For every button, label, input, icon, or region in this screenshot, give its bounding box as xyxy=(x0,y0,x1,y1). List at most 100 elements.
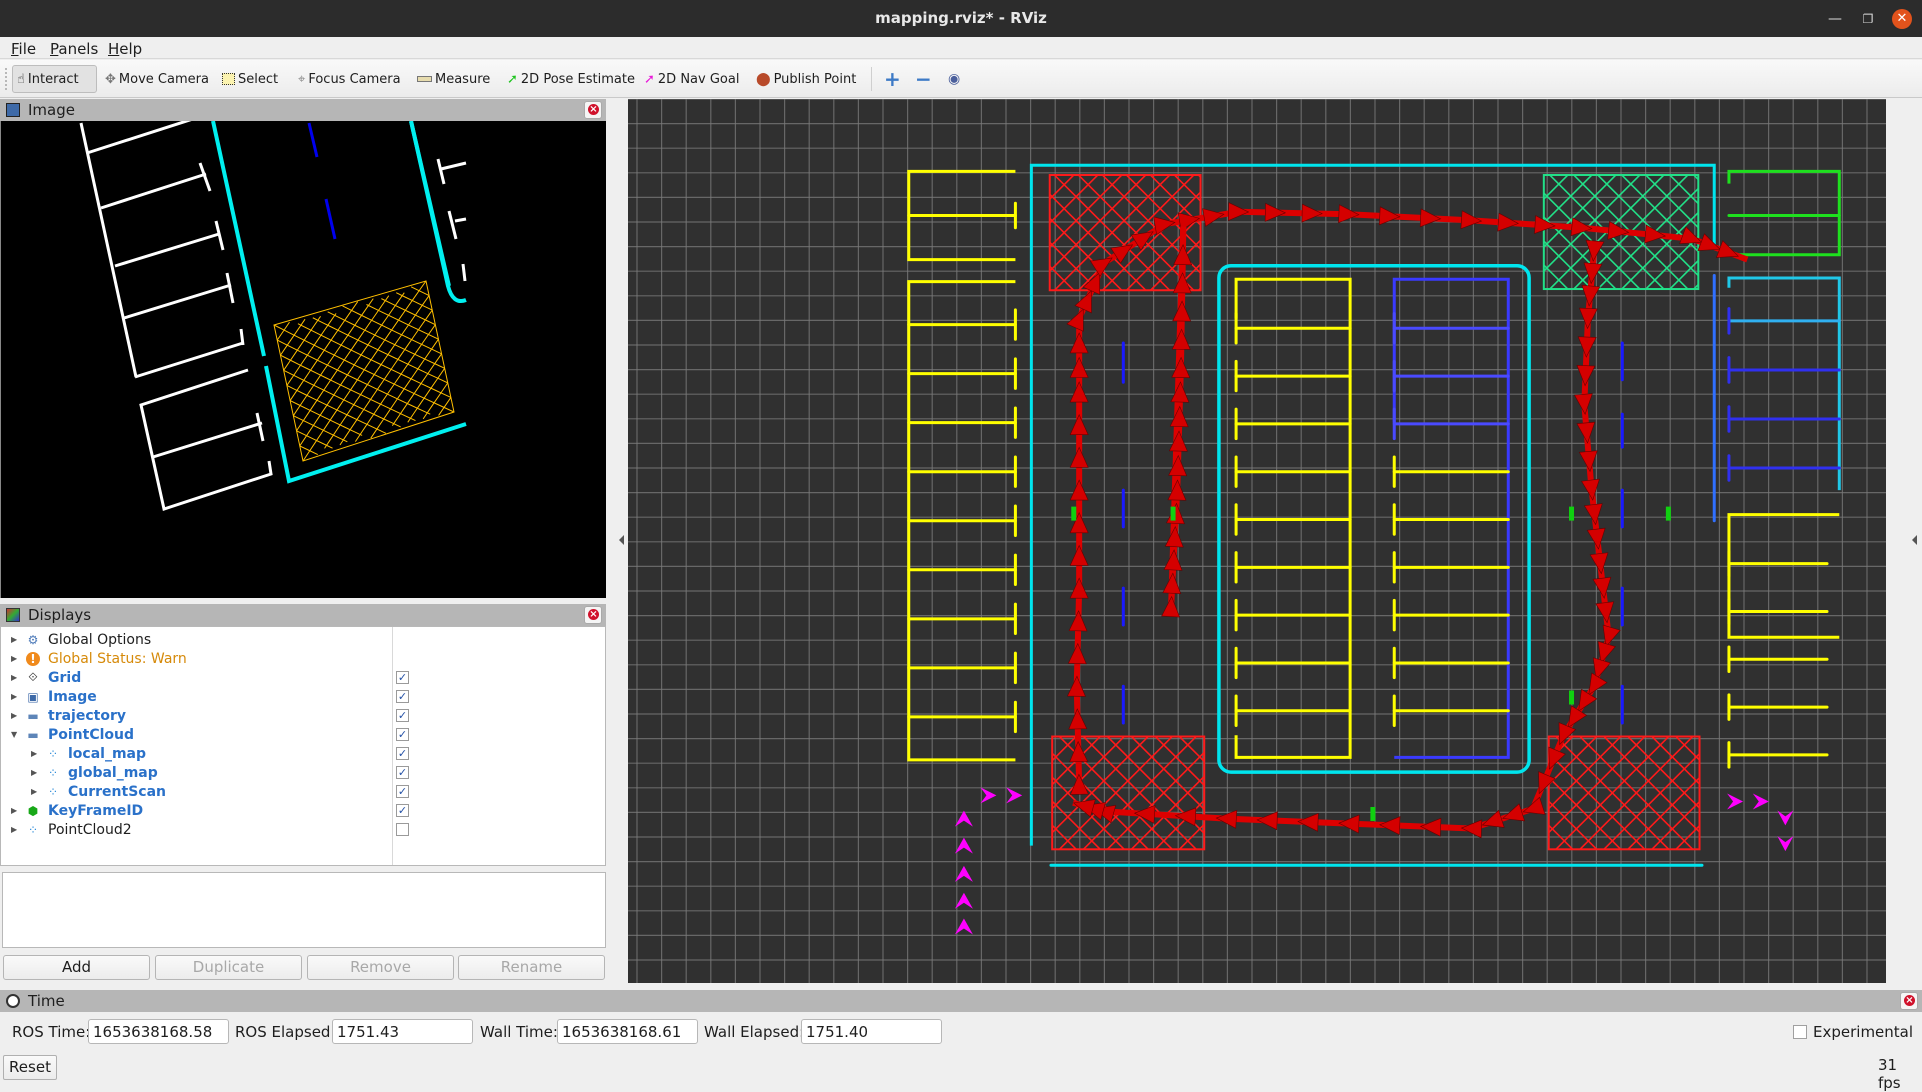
display-enabled-checkbox[interactable]: ✓ xyxy=(396,690,409,703)
collapse-arrow-icon[interactable]: ▼ xyxy=(11,730,17,739)
close-icon[interactable]: ✕ xyxy=(1892,9,1912,29)
trajectory-arrow xyxy=(1171,328,1191,350)
menu-panels[interactable]: Panels xyxy=(50,40,98,58)
display-item-global-map[interactable]: ▶ ⁘ global_map ✓ xyxy=(1,763,605,782)
minus-icon[interactable]: − xyxy=(911,65,936,93)
trajectory-arrow xyxy=(1548,746,1566,770)
ros-elapsed-field[interactable]: 1751.43 xyxy=(332,1019,473,1044)
wall-elapsed-field[interactable]: 1751.40 xyxy=(801,1019,942,1044)
display-item-global-options[interactable]: ▶ ⚙ Global Options xyxy=(1,630,605,649)
expand-arrow-icon[interactable]: ▶ xyxy=(11,806,17,815)
trajectory-arrow xyxy=(1069,544,1089,566)
display-item-trajectory[interactable]: ▶ ▬ trajectory ✓ xyxy=(1,706,605,725)
camera-image xyxy=(79,121,467,511)
tool-move-camera[interactable]: ✥ Move Camera xyxy=(101,65,213,93)
hatch-line xyxy=(1543,174,1617,248)
trajectory-arrow xyxy=(1164,525,1184,548)
expand-arrow-icon[interactable]: ▶ xyxy=(31,787,37,796)
image-icon xyxy=(6,103,20,117)
display-item-pointcloud2[interactable]: ▶ ⁘ PointCloud2 xyxy=(1,820,605,839)
menu-panels-label: anels xyxy=(58,40,99,58)
display-enabled-checkbox[interactable]: ✓ xyxy=(396,671,409,684)
display-enabled-checkbox[interactable]: ✓ xyxy=(396,804,409,817)
image-panel-close-button[interactable] xyxy=(584,101,602,119)
display-enabled-checkbox[interactable]: ✓ xyxy=(396,747,409,760)
trajectory-arrow xyxy=(1595,601,1615,624)
tool-2d-pose-estimate[interactable]: ➚ 2D Pose Estimate xyxy=(503,65,639,93)
eye-icon[interactable]: ◉ xyxy=(944,65,964,93)
expand-arrow-icon[interactable]: ▶ xyxy=(11,692,17,701)
hatch-line xyxy=(286,313,337,386)
expand-arrow-icon[interactable]: ▶ xyxy=(11,711,17,720)
display-item-pointcloud[interactable]: ▼ ▬ PointCloud ✓ xyxy=(1,725,605,744)
wall-time-field[interactable]: 1653638168.61 xyxy=(557,1019,698,1044)
right-dock-splitter[interactable] xyxy=(1886,99,1922,984)
display-enabled-checkbox[interactable] xyxy=(396,823,409,836)
collapse-left-arrow-icon[interactable] xyxy=(619,535,624,545)
road-arrow-marking xyxy=(954,865,973,882)
tool-publish-point[interactable]: ⬤ Publish Point xyxy=(752,65,860,93)
display-enabled-checkbox[interactable]: ✓ xyxy=(396,709,409,722)
trajectory-arrow xyxy=(1644,224,1667,244)
keyframe-marker xyxy=(1170,506,1176,521)
trajectory-arrow xyxy=(1715,240,1739,258)
3d-render-view[interactable] xyxy=(628,99,1886,983)
trajectory-arrow xyxy=(1301,203,1323,223)
display-item-currentscan[interactable]: ▶ ⁘ CurrentScan ✓ xyxy=(1,782,605,801)
expand-arrow-icon[interactable]: ▶ xyxy=(31,768,37,777)
keyframe-marker xyxy=(1370,806,1376,821)
tool-select[interactable]: Select xyxy=(218,65,282,93)
hatch-line xyxy=(289,301,359,401)
menu-file[interactable]: File xyxy=(11,40,36,58)
time-panel-close-button[interactable] xyxy=(1900,992,1918,1010)
restore-icon[interactable]: ❐ xyxy=(1858,9,1878,29)
left-dock-splitter[interactable] xyxy=(606,99,628,984)
tool-2d-nav-goal[interactable]: ➚ 2D Nav Goal xyxy=(640,65,743,93)
camera-image-view xyxy=(0,121,606,598)
display-item-image[interactable]: ▶ ▣ Image ✓ xyxy=(1,687,605,706)
map-scene[interactable] xyxy=(628,99,1886,983)
folder-icon: ▬ xyxy=(27,727,39,742)
display-item-keyframeid[interactable]: ▶ ⬢ KeyFrameID ✓ xyxy=(1,801,605,820)
display-enabled-checkbox[interactable]: ✓ xyxy=(396,766,409,779)
expand-arrow-icon[interactable]: ▶ xyxy=(11,825,17,834)
display-enabled-checkbox[interactable]: ✓ xyxy=(396,728,409,741)
trajectory-arrow xyxy=(1576,421,1596,444)
keyframe-marker xyxy=(1569,690,1575,705)
display-item-label: Global Options xyxy=(48,631,152,648)
plus-icon[interactable]: + xyxy=(880,65,905,93)
display-item-local-map[interactable]: ▶ ⁘ local_map ✓ xyxy=(1,744,605,763)
display-item-global-status-warn[interactable]: ▶! Global Status: Warn xyxy=(1,649,605,668)
grid-icon: ⟐ xyxy=(28,670,38,684)
expand-arrow-icon[interactable]: ▶ xyxy=(11,635,17,644)
trajectory-arrow xyxy=(1460,819,1483,839)
tool-interact[interactable]: ☝ Interact xyxy=(12,65,97,93)
display-item-grid[interactable]: ▶ ⟐ Grid ✓ xyxy=(1,668,605,687)
toolbar-grip[interactable] xyxy=(5,68,8,90)
reset-button[interactable]: Reset xyxy=(3,1055,57,1080)
experimental-checkbox[interactable] xyxy=(1793,1025,1807,1039)
minimize-icon[interactable]: — xyxy=(1825,9,1845,29)
display-item-label: Global Status: Warn xyxy=(48,650,187,667)
trajectory-arrow xyxy=(1378,206,1401,226)
trajectory-arrow xyxy=(1069,446,1089,468)
add-button[interactable]: Add xyxy=(3,955,150,980)
green-arrow-icon: ➚ xyxy=(507,71,518,87)
tool-measure-label: Measure xyxy=(435,71,491,87)
tool-focus-camera[interactable]: ⌖ Focus Camera xyxy=(294,65,405,93)
trajectory-arrow xyxy=(1068,708,1088,730)
hatch-line xyxy=(1106,751,1205,850)
image-panel-header: Image xyxy=(0,99,606,121)
ros-time-field[interactable]: 1653638168.58 xyxy=(88,1019,229,1044)
expand-right-arrow-icon[interactable] xyxy=(1912,535,1917,545)
expand-arrow-icon[interactable]: ▶ xyxy=(11,673,17,682)
tool-measure[interactable]: Measure xyxy=(413,65,494,93)
menu-help[interactable]: Help xyxy=(108,40,142,58)
expand-arrow-icon[interactable]: ▶ xyxy=(31,749,37,758)
displays-panel-close-button[interactable] xyxy=(584,606,602,624)
hatch-line xyxy=(1049,265,1075,291)
display-enabled-checkbox[interactable]: ✓ xyxy=(396,785,409,798)
expand-arrow-icon[interactable]: ▶ xyxy=(11,654,17,663)
hatch-line xyxy=(1049,217,1123,291)
hatch-line xyxy=(438,397,452,416)
